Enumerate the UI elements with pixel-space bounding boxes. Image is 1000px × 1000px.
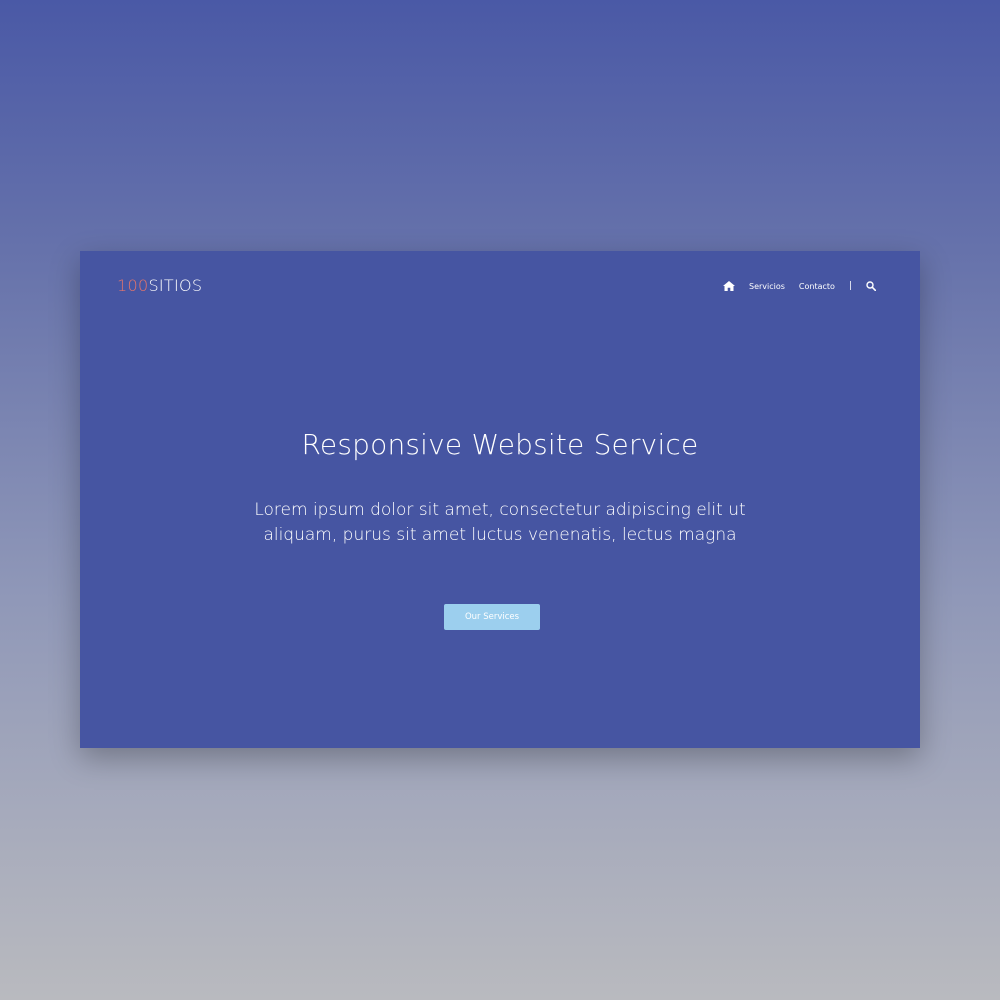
brand-logo[interactable]: 100SITIOS bbox=[117, 276, 202, 295]
hero-description: Lorem ipsum dolor sit amet, consectetur … bbox=[254, 500, 746, 545]
nav-separator: | bbox=[848, 281, 852, 291]
hero-title: Responsive Website Service bbox=[301, 428, 699, 461]
hero-card: 100SITIOS Servicios Contacto | Responsiv… bbox=[80, 251, 920, 748]
our-services-button[interactable]: Our Services bbox=[444, 604, 540, 630]
home-icon[interactable] bbox=[722, 281, 735, 291]
nav-item-servicios[interactable]: Servicios bbox=[749, 282, 785, 291]
top-nav: Servicios Contacto | bbox=[722, 278, 876, 294]
logo-number: 100 bbox=[117, 276, 149, 295]
nav-item-contacto[interactable]: Contacto bbox=[799, 282, 835, 291]
logo-word: SITIOS bbox=[148, 276, 203, 295]
search-icon[interactable] bbox=[866, 281, 876, 291]
